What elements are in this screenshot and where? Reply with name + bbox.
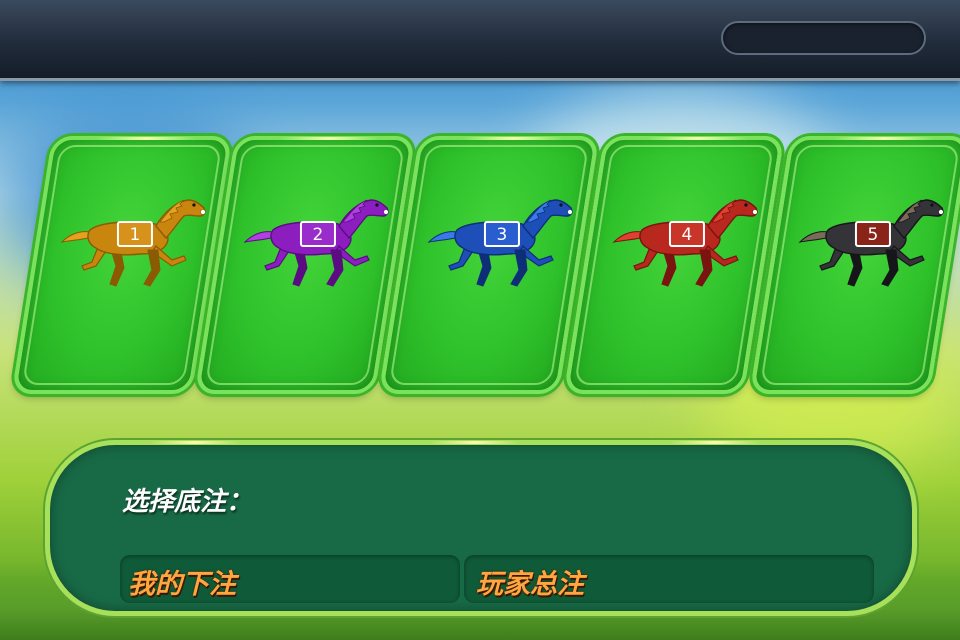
horse-4-icon: 4 bbox=[612, 199, 758, 287]
horse-2-icon: 2 bbox=[243, 199, 389, 287]
horse-number-label: 5 bbox=[868, 225, 879, 245]
top-info-pill[interactable] bbox=[721, 21, 926, 55]
card-sparkle bbox=[647, 137, 749, 140]
panel-sparkle bbox=[430, 441, 520, 444]
horse-number-label: 3 bbox=[497, 225, 508, 245]
card-sparkle bbox=[278, 137, 380, 140]
panel-sparkle bbox=[150, 441, 240, 444]
horse-card-3[interactable]: 3 bbox=[378, 136, 600, 394]
horse-number-label: 2 bbox=[313, 225, 324, 245]
card-sparkle bbox=[95, 137, 197, 140]
panel-sparkle bbox=[670, 441, 760, 444]
horse-3-icon: 3 bbox=[427, 199, 573, 287]
card-sparkle bbox=[833, 137, 935, 140]
card-sparkle bbox=[462, 137, 564, 140]
horse-number-label: 4 bbox=[682, 225, 693, 245]
horse-5-icon: 5 bbox=[798, 199, 944, 287]
total-bet-label: 玩家总注 bbox=[476, 569, 584, 600]
my-bet-label: 我的下注 bbox=[128, 569, 236, 600]
horse-1-icon: 1 bbox=[60, 199, 206, 287]
choose-base-bet-label: 选择底注： bbox=[122, 487, 253, 517]
horse-number-label: 1 bbox=[130, 225, 141, 245]
